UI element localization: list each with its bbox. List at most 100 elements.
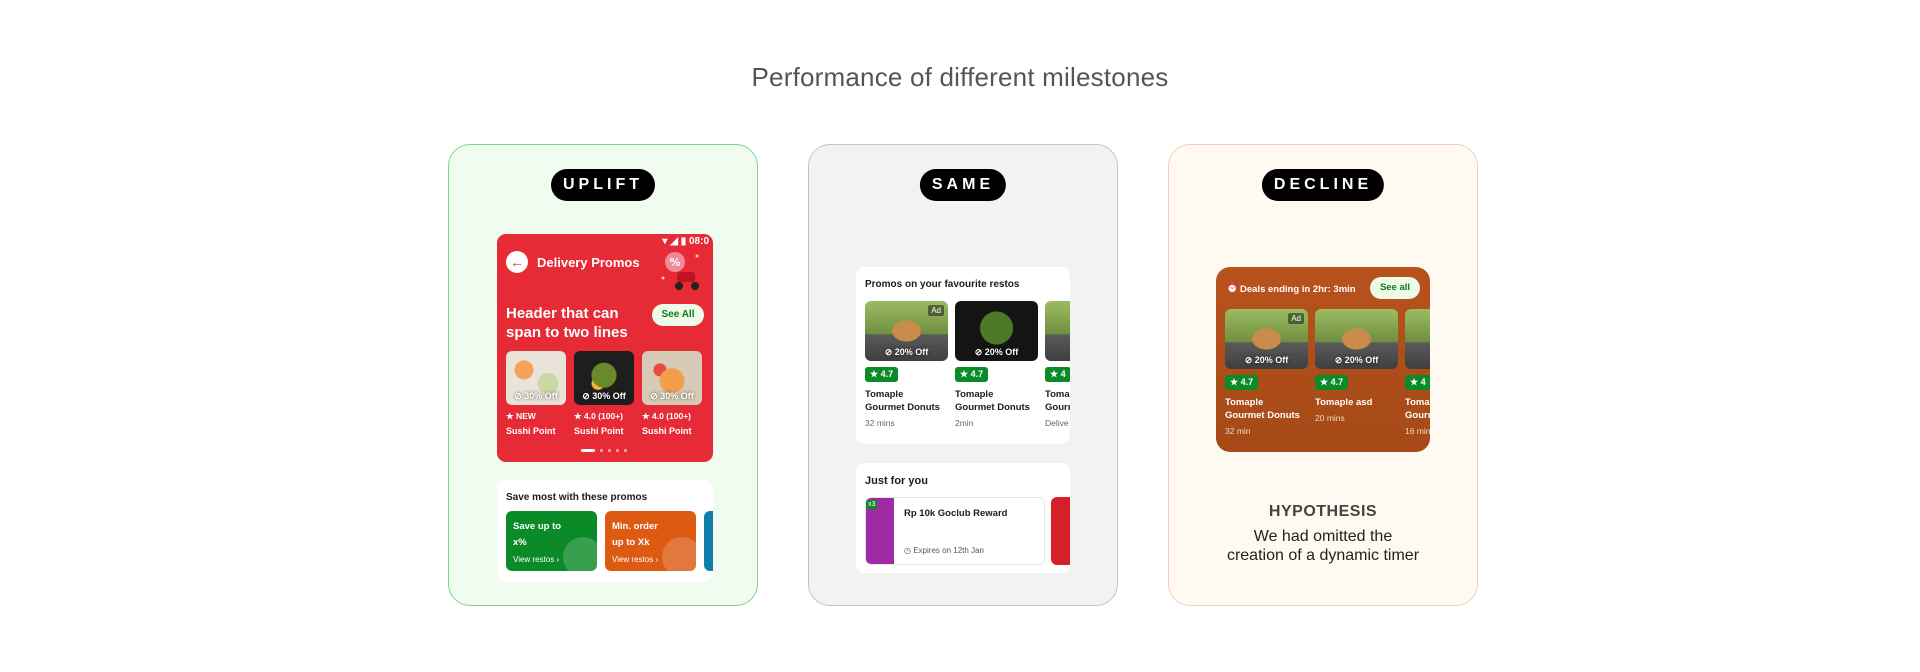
back-arrow-icon[interactable]: ← [506,251,528,273]
star-icon: ★ [1230,377,1239,387]
resto-card[interactable]: ★ 4 Tomaple Gourmet 16 min [1405,309,1430,436]
carousel-dot[interactable] [616,449,619,452]
promo-tile-title: Min. order up to Xk [612,521,658,548]
discount-badge: ⊘ 20% Off [1334,355,1379,365]
status-bar: ▾ ◢ ▮ 08:0 [662,236,709,247]
same-label: SAME [919,169,1007,201]
carousel-dot[interactable] [608,449,611,452]
resto-image: Ad ⊘ 20% Off [865,301,948,361]
food-image: ⊘ 30% Off [642,351,702,405]
svg-text:%: % [669,256,680,269]
see-all-button[interactable]: See All [652,304,704,326]
ad-tag: Ad [928,305,944,316]
hypothesis-line: We had omitted the [1253,528,1393,545]
food-name: Sushi Point [574,426,624,436]
star-icon: ★ [506,411,514,421]
deals-ending-panel: ⏰ Deals ending in 2hr: 3min See all Ad ⊘… [1216,267,1430,452]
discount-badge: ⊘ 30% Off [582,391,626,401]
food-image: ⊘ 30% Off [574,351,634,405]
food-rating: ★ 4.0 (100+) [574,411,623,421]
promo-tile[interactable]: Min. order up to Xk View restos › [605,511,696,571]
star-icon: ★ [642,411,650,421]
delivery-promos-panel: ▾ ◢ ▮ 08:0 ← Delivery Promos % Header th… [497,234,713,462]
just-for-you-title: Just for you [865,475,928,487]
discount-badge: ⊘ 20% Off [974,347,1019,357]
view-restos-link[interactable]: View restos › [513,555,559,564]
food-card[interactable]: ⊘ 30% Off ★ NEW Sushi Point [506,351,566,436]
food-rating: ★ 4.0 (100+) [642,411,691,421]
hypothesis-text: We had omitted the creation of a dynamic… [1169,527,1477,565]
just-for-you-panel: Just for you x3 Rp 10k Goclub Reward ◷ E… [856,463,1070,573]
resto-image [1045,301,1070,361]
carousel-dot-active[interactable] [581,449,595,452]
see-all-button[interactable]: See all [1370,277,1420,299]
page-title: Performance of different milestones [751,62,1169,92]
food-name: Sushi Point [506,426,556,436]
resto-card[interactable]: ⊘ 20% Off ★ 4.7 Tomaple Gourmet Donuts 2… [955,301,1038,428]
discount-badge: ⊘ 20% Off [884,347,929,357]
decline-card: DECLINE ⏰ Deals ending in 2hr: 3min See … [1168,144,1478,606]
resto-card[interactable]: ⊘ 20% Off ★ 4.7 Tomaple asd 20 mins [1315,309,1398,423]
delivery-time: 20 mins [1315,413,1345,423]
discount-badge: ⊘ 20% Off [1244,355,1289,365]
star-icon: ★ [574,411,582,421]
promo-tile[interactable]: Save up to x% View restos › [506,511,597,571]
delivery-time: 32 mins [865,418,895,428]
scooter-icon: % [661,252,699,290]
food-rating: ★ NEW [506,411,536,421]
carousel-dots[interactable] [581,449,632,453]
promo-header: Header that can span to two lines [506,305,628,341]
resto-card[interactable]: Ad ⊘ 20% Off ★ 4.7 Tomaple Gourmet Donut… [1225,309,1308,436]
resto-image [1405,309,1430,369]
promo-title: Delivery Promos [537,255,640,270]
chevron-right-icon: › [655,555,659,564]
discount-icon [662,537,696,571]
promo-tile[interactable] [704,511,713,571]
rating-chip: ★ 4 [1045,367,1070,382]
promo-food-list: ⊘ 30% Off ★ NEW Sushi Point ⊘ 30% Off ★ … [506,351,713,436]
uplift-card: UPLIFT ▾ ◢ ▮ 08:0 ← Delivery Promos % He… [448,144,758,606]
timer-icon: ⏰ [1226,283,1239,294]
rating-chip: ★ 4.7 [1225,375,1259,390]
decline-label: DECLINE [1261,169,1385,201]
resto-name: Tomaple Gourmet [1045,389,1070,413]
hypothesis-title: HYPOTHESIS [1268,503,1378,520]
favourite-restos-panel: Promos on your favourite restos Ad ⊘ 20%… [856,267,1070,444]
delivery-time: 32 min [1225,426,1251,436]
resto-image: ⊘ 20% Off [1315,309,1398,369]
resto-card[interactable]: Ad ⊘ 20% Off ★ 4.7 Tomaple Gourmet Donut… [865,301,948,428]
resto-name: Tomaple Gourmet Donuts [865,389,940,413]
food-card[interactable]: ⊘ 30% Off ★ 4.0 (100+) Sushi Point [574,351,634,436]
promo-tile-title: Save up to x% [513,521,562,548]
delivery-time: 16 min [1405,426,1430,436]
save-promos-title: Save most with these promos [506,492,648,503]
food-image: ⊘ 30% Off [506,351,566,405]
resto-image: ⊘ 20% Off [955,301,1038,361]
same-card: SAME Promos on your favourite restos Ad … [808,144,1118,606]
save-promos-panel: Save most with these promos Save up to x… [497,480,713,582]
status-time: 08:0 [688,236,709,247]
carousel-dot[interactable] [600,449,603,452]
voucher-expiry: ◷ Expires on 12th Jan [904,546,984,555]
voucher-card[interactable]: x3 Rp 10k Goclub Reward ◷ Expires on 12t… [865,497,1045,565]
resto-name: Tomaple asd [1315,397,1373,408]
wifi-icon: ▾ ◢ ▮ [662,236,689,247]
voucher-title: Rp 10k Goclub Reward [904,508,1008,519]
uplift-label: UPLIFT [551,169,655,201]
star-icon: ★ [870,369,879,379]
resto-name: Tomaple Gourmet Donuts [1225,397,1300,421]
deals-timer-title: Deals ending in 2hr: 3min [1240,284,1356,295]
view-restos-link[interactable]: View restos › [612,555,658,564]
voucher-count-badge: x3 [866,500,878,509]
favourite-restos-title: Promos on your favourite restos [865,279,1020,290]
star-icon: ★ [1410,377,1419,387]
food-card[interactable]: ⊘ 30% Off ★ 4.0 (100+) Sushi Point [642,351,702,436]
carousel-dot[interactable] [624,449,627,452]
resto-name: Tomaple Gourmet [1405,397,1430,421]
food-name: Sushi Point [642,426,692,436]
resto-card[interactable]: ★ 4 Tomaple Gourmet Delive [1045,301,1070,428]
star-icon: ★ [1320,377,1329,387]
voucher-card-next[interactable] [1051,497,1070,565]
clock-icon: ◷ [904,546,911,555]
resto-name: Tomaple Gourmet Donuts [955,389,1030,413]
